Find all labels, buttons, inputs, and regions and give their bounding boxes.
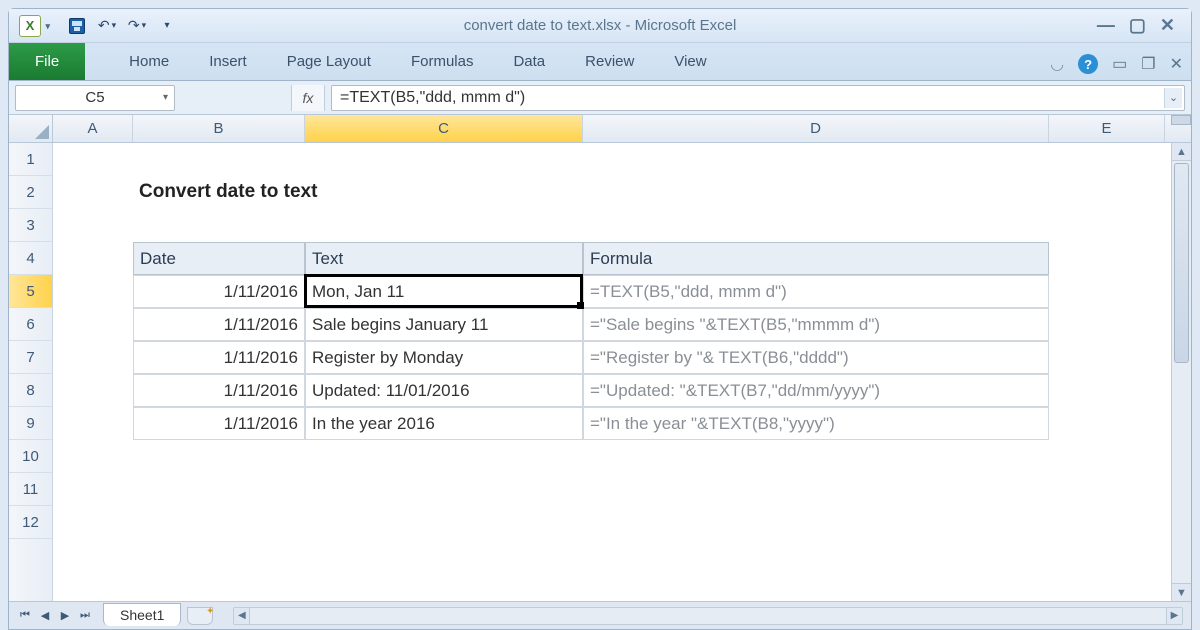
close-button[interactable]: ✕ [1160, 15, 1175, 36]
cell-c5[interactable]: Mon, Jan 11 [305, 275, 583, 308]
row-header-1[interactable]: 1 [9, 143, 52, 176]
sheet-tab-sheet1[interactable]: Sheet1 [103, 603, 181, 626]
save-icon [69, 18, 85, 34]
tab-insert[interactable]: Insert [189, 45, 267, 80]
row-header-9[interactable]: 9 [9, 407, 52, 440]
minimize-button[interactable]: — [1097, 15, 1115, 36]
name-box[interactable]: C5 [15, 85, 175, 111]
cell-c7[interactable]: Register by Monday [305, 341, 583, 374]
column-headers: A B C D E [9, 115, 1191, 143]
formula-text: =TEXT(B5,"ddd, mmm d") [340, 89, 525, 107]
qat-customize[interactable]: ▾ [155, 14, 179, 38]
ribbon-minimize-icon[interactable]: ◡ [1050, 54, 1064, 74]
cell-b5[interactable]: 1/11/2016 [133, 275, 305, 308]
tab-home[interactable]: Home [109, 45, 189, 80]
scroll-up-icon[interactable]: ▲ [1172, 143, 1191, 161]
formula-input[interactable]: =TEXT(B5,"ddd, mmm d") ⌄ [331, 85, 1185, 111]
row-header-8[interactable]: 8 [9, 374, 52, 407]
sheet-nav-prev-icon[interactable]: ◀ [35, 606, 55, 626]
tab-review[interactable]: Review [565, 45, 654, 80]
workbook-restore-icon[interactable]: ❐ [1141, 54, 1155, 74]
cell-b7[interactable]: 1/11/2016 [133, 341, 305, 374]
redo-button[interactable]: ↷▾ [125, 14, 149, 38]
scroll-thumb[interactable] [1174, 163, 1189, 363]
window-title: convert date to text.xlsx - Microsoft Ex… [9, 17, 1191, 34]
col-header-c[interactable]: C [305, 115, 583, 142]
cell-d7[interactable]: ="Register by "& TEXT(B6,"dddd") [583, 341, 1049, 374]
row-header-12[interactable]: 12 [9, 506, 52, 539]
header-text[interactable]: Text [305, 242, 583, 275]
workbook-minimize-icon[interactable]: ▭ [1112, 54, 1127, 74]
save-button[interactable] [65, 14, 89, 38]
hscroll-right-icon[interactable]: ▶ [1166, 608, 1182, 624]
scroll-down-icon[interactable]: ▼ [1172, 583, 1191, 601]
cell-b9[interactable]: 1/11/2016 [133, 407, 305, 440]
cell-c8[interactable]: Updated: 11/01/2016 [305, 374, 583, 407]
row-header-5[interactable]: 5 [9, 275, 52, 308]
maximize-button[interactable]: ▢ [1129, 15, 1146, 36]
title-bar: X ↶▾ ↷▾ ▾ convert date to text.xlsx - Mi… [9, 9, 1191, 43]
tab-data[interactable]: Data [493, 45, 565, 80]
row-header-10[interactable]: 10 [9, 440, 52, 473]
col-header-e[interactable]: E [1049, 115, 1165, 142]
cell-b8[interactable]: 1/11/2016 [133, 374, 305, 407]
row-header-11[interactable]: 11 [9, 473, 52, 506]
row-header-3[interactable]: 3 [9, 209, 52, 242]
workbook-close-icon[interactable]: ✕ [1170, 54, 1183, 74]
sheet-tab-bar: ⏮ ◀ ▶ ⏭ Sheet1 ◀ ▶ [9, 601, 1191, 629]
select-all-corner[interactable] [9, 115, 53, 142]
cell-d5[interactable]: =TEXT(B5,"ddd, mmm d") [583, 275, 1049, 308]
cell-b6[interactable]: 1/11/2016 [133, 308, 305, 341]
spreadsheet-grid: A B C D E 1 2 3 4 5 6 7 8 9 10 11 12 [9, 115, 1191, 629]
tab-view[interactable]: View [654, 45, 726, 80]
header-formula[interactable]: Formula [583, 242, 1049, 275]
excel-app-icon[interactable]: X [19, 15, 41, 37]
col-header-a[interactable]: A [53, 115, 133, 142]
ribbon-tabs: File Home Insert Page Layout Formulas Da… [9, 43, 1191, 81]
sheet-nav-last-icon[interactable]: ⏭ [75, 606, 95, 626]
header-date[interactable]: Date [133, 242, 305, 275]
cell-d6[interactable]: ="Sale begins "&TEXT(B5,"mmmm d") [583, 308, 1049, 341]
sheet-nav-first-icon[interactable]: ⏮ [15, 606, 35, 626]
split-handle[interactable] [1171, 115, 1191, 125]
window-controls: — ▢ ✕ [1097, 15, 1185, 36]
cell-d8[interactable]: ="Updated: "&TEXT(B7,"dd/mm/yyyy") [583, 374, 1049, 407]
app-window: X ↶▾ ↷▾ ▾ convert date to text.xlsx - Mi… [8, 8, 1192, 630]
row-header-7[interactable]: 7 [9, 341, 52, 374]
new-sheet-button[interactable] [187, 607, 213, 625]
fx-label[interactable]: fx [291, 85, 325, 111]
file-tab[interactable]: File [9, 43, 85, 80]
formula-expand-icon[interactable]: ⌄ [1164, 88, 1182, 108]
cells-area[interactable]: Convert date to text Date Text Formula 1… [53, 143, 1191, 601]
title-cell[interactable]: Convert date to text [133, 176, 305, 209]
cell-c6[interactable]: Sale begins January 11 [305, 308, 583, 341]
row-headers: 1 2 3 4 5 6 7 8 9 10 11 12 [9, 143, 53, 601]
vertical-scrollbar[interactable]: ▲ ▼ [1171, 143, 1191, 601]
col-header-b[interactable]: B [133, 115, 305, 142]
hscroll-left-icon[interactable]: ◀ [234, 608, 250, 624]
row-header-6[interactable]: 6 [9, 308, 52, 341]
horizontal-scrollbar[interactable]: ◀ ▶ [233, 607, 1183, 625]
formula-bar: C5 fx =TEXT(B5,"ddd, mmm d") ⌄ [9, 81, 1191, 115]
tab-page-layout[interactable]: Page Layout [267, 45, 391, 80]
col-header-d[interactable]: D [583, 115, 1049, 142]
help-icon[interactable]: ? [1078, 54, 1098, 74]
tab-formulas[interactable]: Formulas [391, 45, 494, 80]
cell-d9[interactable]: ="In the year "&TEXT(B8,"yyyy") [583, 407, 1049, 440]
row-header-2[interactable]: 2 [9, 176, 52, 209]
undo-button[interactable]: ↶▾ [95, 14, 119, 38]
quick-access-toolbar: X ↶▾ ↷▾ ▾ [19, 14, 179, 38]
row-header-4[interactable]: 4 [9, 242, 52, 275]
cell-c9[interactable]: In the year 2016 [305, 407, 583, 440]
sheet-nav-next-icon[interactable]: ▶ [55, 606, 75, 626]
